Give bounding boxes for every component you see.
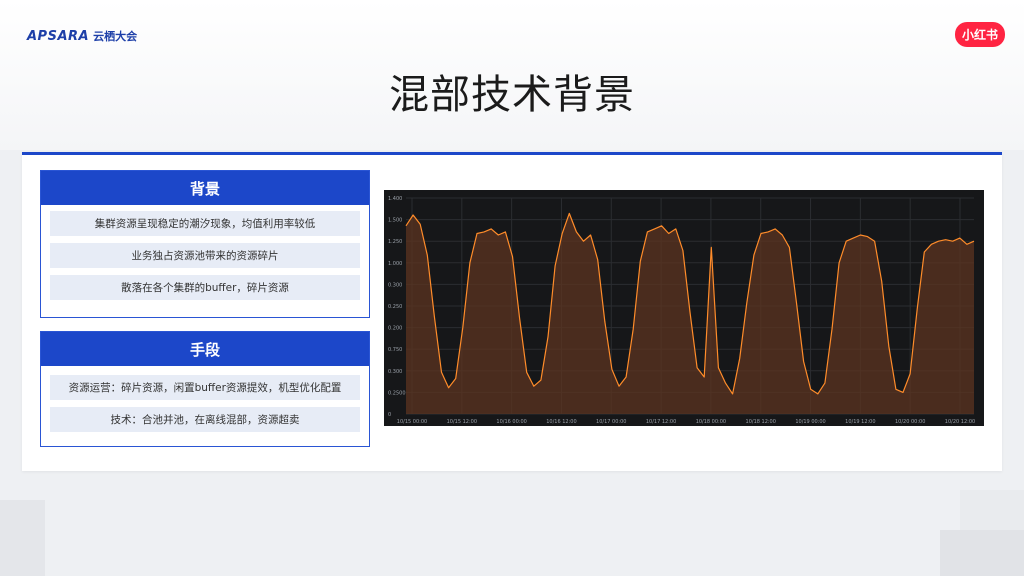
x-tick-label: 10/17 00:00 (596, 419, 626, 425)
x-tick-label: 10/20 12:00 (945, 419, 975, 425)
y-tick-label: 1.400 (388, 196, 402, 202)
section-methods: 手段 资源运营：碎片资源，闲置buffer资源提效，机型优化配置 技术：合池并池… (40, 331, 370, 447)
x-tick-label: 10/16 00:00 (496, 419, 526, 425)
y-tick-label: 0.200 (388, 326, 402, 332)
x-tick-label: 10/17 12:00 (646, 419, 676, 425)
x-tick-label: 10/18 12:00 (746, 419, 776, 425)
xiaohongshu-logo: 小红书 (955, 22, 1005, 47)
y-tick-label: 1.500 (388, 218, 402, 224)
y-tick-label: 1.000 (388, 261, 402, 267)
x-tick-label: 10/15 12:00 (447, 419, 477, 425)
utilization-chart: 0 0.2500 0.300 0.750 0.200 0.250 0.300 1.000 1.2… (384, 190, 984, 426)
x-tick-label: 10/15 00:00 (397, 419, 427, 425)
list-item: 技术：合池并池，在离线混部，资源超卖 (50, 407, 360, 432)
y-tick-label: 0.300 (388, 369, 402, 375)
x-tick-label: 10/19 12:00 (845, 419, 875, 425)
y-tick-label: 1.250 (388, 239, 402, 245)
list-item: 业务独占资源池带来的资源碎片 (50, 243, 360, 268)
decor-block (0, 500, 45, 576)
list-item: 资源运营：碎片资源，闲置buffer资源提效，机型优化配置 (50, 375, 360, 400)
chart-svg: 0 0.2500 0.300 0.750 0.200 0.250 0.300 1.000 1.2… (388, 196, 975, 425)
y-tick-label: 0.300 (388, 282, 402, 288)
page-title: 混部技术背景 (389, 72, 635, 118)
y-tick-label: 0.250 (388, 304, 402, 310)
section-background: 背景 集群资源呈现稳定的潮汐现象，均值利用率较低 业务独占资源池带来的资源碎片 … (40, 170, 370, 318)
list-item: 集群资源呈现稳定的潮汐现象，均值利用率较低 (50, 211, 360, 236)
section-title: 背景 (41, 171, 369, 205)
y-tick-label: 0.750 (388, 347, 402, 353)
x-tick-label: 10/20 00:00 (895, 419, 925, 425)
x-tick-label: 10/16 12:00 (546, 419, 576, 425)
y-tick-label: 0.2500 (388, 390, 406, 396)
x-tick-label: 10/19 00:00 (795, 419, 825, 425)
decor-block (940, 530, 1024, 576)
y-tick-label: 0 (388, 412, 391, 418)
list-item: 散落在各个集群的buffer，碎片资源 (50, 275, 360, 300)
decor-block (960, 490, 1024, 530)
x-tick-label: 10/18 00:00 (696, 419, 726, 425)
section-title: 手段 (41, 332, 369, 366)
apsara-logo: APSARA 云栖大会 (27, 28, 138, 44)
